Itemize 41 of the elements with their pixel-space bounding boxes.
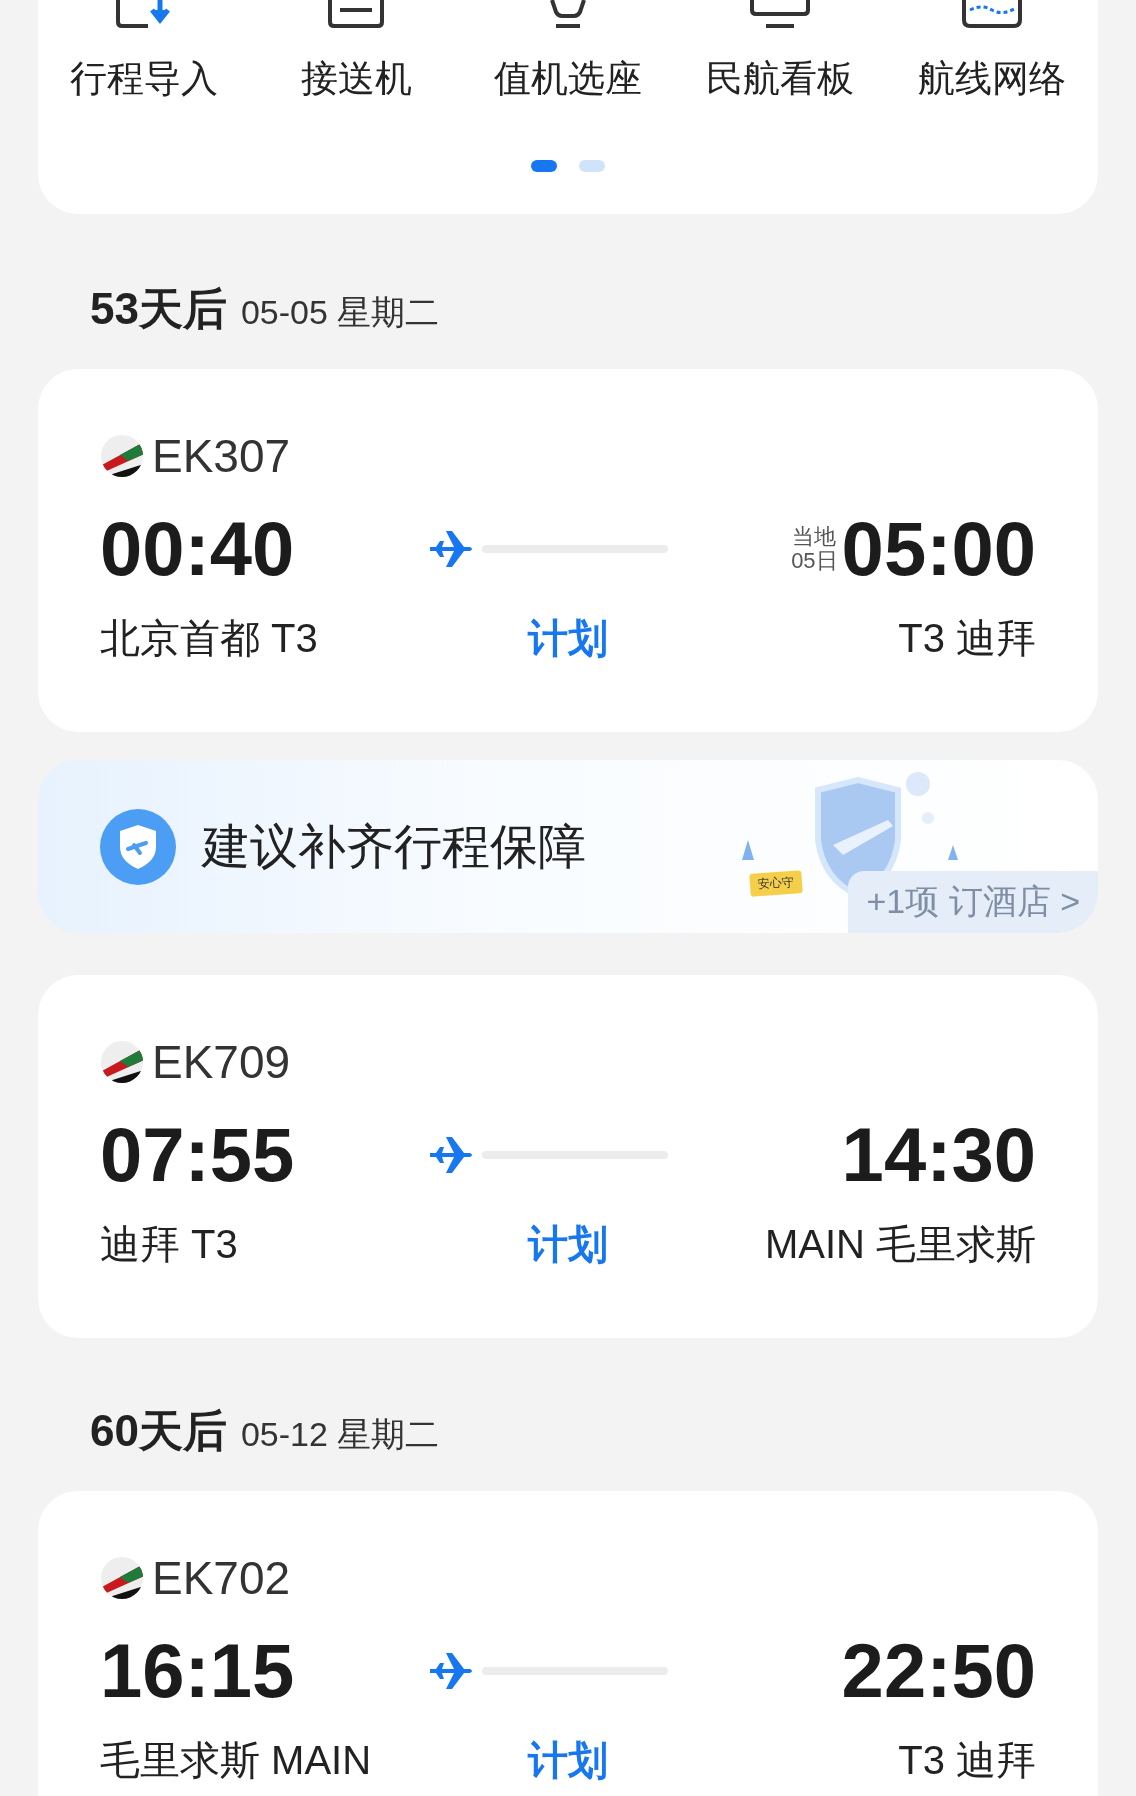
departure-time: 16:15 [100,1633,296,1709]
departure-airport: 迪拜 T3 [100,1221,238,1268]
menu-label[interactable]: 值机选座 [494,54,642,104]
menu-label[interactable]: 接送机 [300,54,412,104]
plane-icon [428,529,474,569]
arrival-note: 05日 [791,549,838,574]
flight-status: 计划 [528,1221,608,1268]
arrival-note: 当地 [792,524,837,549]
flight-number: EK307 [152,429,291,483]
arrival-time: 05:00 [841,511,1036,587]
trip-date: 05-05 星期二 [240,292,440,333]
flight-status: 计划 [528,615,608,662]
menu-label[interactable]: 行程导入 [70,54,218,104]
flight-number: EK702 [152,1551,291,1605]
trip-date: 05-12 星期二 [240,1414,440,1455]
board-icon[interactable] [750,0,810,28]
arrival-airport: MAIN 毛里求斯 [764,1221,1036,1268]
arrival-airport: T3 迪拜 [898,1737,1036,1784]
arrival-time: 22:50 [841,1633,1036,1709]
shield-badge: 安心守 [749,870,803,897]
days-until: 53天后 [90,283,227,335]
days-until: 60天后 [90,1405,227,1457]
insurance-banner[interactable]: 建议补齐行程保障 安心守 +1项 订酒店 > [38,760,1098,933]
menu-label[interactable]: 航线网络 [918,54,1066,104]
map-icon[interactable] [962,0,1022,28]
arrival-airport: T3 迪拜 [898,615,1036,662]
flight-number: EK709 [152,1035,291,1089]
flight-status: 计划 [528,1737,608,1784]
departure-time: 00:40 [100,511,296,587]
shield-icon [100,808,176,885]
plane-icon [428,1651,474,1691]
departure-time: 07:55 [100,1117,296,1193]
menu-label[interactable]: 民航看板 [706,54,854,104]
departure-airport: 北京首都 T3 [100,615,318,662]
flight-card[interactable]: EK702 16:15 22:50 毛里求斯 MAIN 计划 T3 迪拜 [38,1491,1098,1796]
arrival-time: 14:30 [841,1117,1036,1193]
departure-airport: 毛里求斯 MAIN [100,1737,372,1784]
flight-card[interactable]: EK709 07:55 14:30 迪拜 T3 计划 MAIN 毛里求斯 [38,975,1098,1338]
banner-title: 建议补齐行程保障 [202,818,586,875]
plane-icon [428,1135,474,1175]
car-icon[interactable] [326,0,386,28]
